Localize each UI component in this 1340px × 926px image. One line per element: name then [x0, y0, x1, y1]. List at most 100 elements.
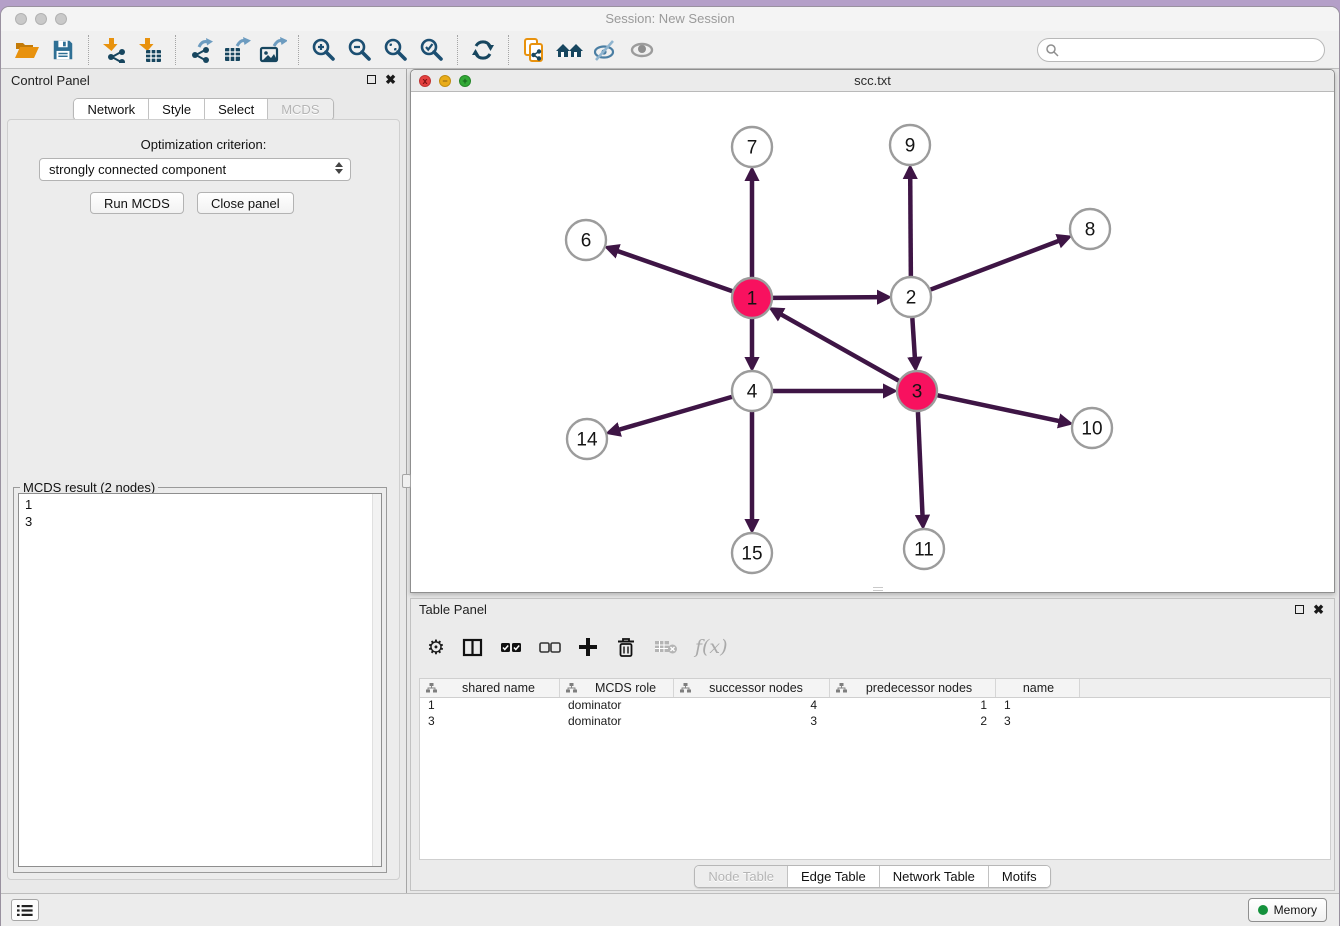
- node-label-7: 7: [747, 138, 758, 159]
- float-table-panel-icon[interactable]: [1295, 605, 1304, 614]
- cell-successor-nodes: 4: [674, 698, 830, 714]
- network-window-title: scc.txt: [411, 73, 1334, 88]
- hierarchy-icon: [566, 683, 577, 693]
- tab-edge-table[interactable]: Edge Table: [788, 866, 880, 887]
- node-table[interactable]: shared name MCDS role successor nodes pr…: [419, 678, 1331, 860]
- cell-shared-name: 1: [420, 698, 560, 714]
- column-header-successor-nodes[interactable]: successor nodes: [674, 679, 830, 697]
- mcds-result-list[interactable]: 1 3: [18, 493, 382, 867]
- node-label-14: 14: [576, 430, 598, 451]
- table-panel-title: Table Panel: [419, 602, 487, 617]
- edge-2-9[interactable]: [910, 170, 911, 276]
- select-stepper-icon: [335, 162, 343, 174]
- memory-label: Memory: [1274, 903, 1317, 917]
- edge-1-6[interactable]: [610, 248, 733, 291]
- cell-successor-nodes: 3: [674, 714, 830, 730]
- mcds-result-item: 3: [25, 513, 375, 530]
- close-panel-icon[interactable]: ✖: [385, 74, 396, 85]
- node-label-11: 11: [914, 540, 934, 561]
- duplicate-network-icon[interactable]: [519, 35, 549, 65]
- table-row[interactable]: 3 dominator 3 2 3: [420, 714, 1330, 730]
- search-input[interactable]: [1059, 40, 1324, 60]
- toolbar-separator: [175, 35, 176, 65]
- edge-2-3[interactable]: [912, 318, 915, 366]
- zoom-selected-icon[interactable]: [417, 35, 447, 65]
- refresh-icon[interactable]: [468, 35, 498, 65]
- export-image-icon[interactable]: [258, 35, 288, 65]
- network-window-titlebar[interactable]: x − + scc.txt: [411, 70, 1334, 92]
- edge-3-1[interactable]: [774, 310, 899, 380]
- panel-splitter-handle[interactable]: [402, 474, 411, 488]
- edge-3-11[interactable]: [918, 412, 923, 524]
- toolbar-separator: [457, 35, 458, 65]
- tab-mcds[interactable]: MCDS: [268, 99, 332, 120]
- zoom-out-icon[interactable]: [345, 35, 375, 65]
- edge-3-10[interactable]: [938, 395, 1068, 422]
- node-label-9: 9: [905, 136, 916, 157]
- toolbar-separator: [88, 35, 89, 65]
- function-builder-icon: f(x): [695, 636, 728, 658]
- task-history-button[interactable]: [11, 899, 39, 921]
- column-header-predecessor-nodes[interactable]: predecessor nodes: [830, 679, 996, 697]
- network-canvas[interactable]: 1234678910111415: [411, 92, 1334, 592]
- export-table-icon[interactable]: [222, 35, 252, 65]
- optimization-criterion-select[interactable]: strongly connected component: [39, 158, 351, 181]
- delete-table-icon: [654, 638, 678, 656]
- edge-4-14[interactable]: [611, 397, 732, 432]
- cell-name: 3: [996, 714, 1080, 730]
- node-label-3: 3: [912, 382, 923, 403]
- tab-node-table[interactable]: Node Table: [695, 866, 788, 887]
- column-header-shared-name[interactable]: shared name: [420, 679, 560, 697]
- fit-content-icon[interactable]: [381, 35, 411, 65]
- tab-network[interactable]: Network: [74, 99, 149, 120]
- show-all-icon[interactable]: [627, 35, 657, 65]
- cell-predecessor-nodes: 1: [830, 698, 996, 714]
- canvas-resize-grip[interactable]: [873, 587, 883, 591]
- zoom-in-icon[interactable]: [309, 35, 339, 65]
- export-network-icon[interactable]: [186, 35, 216, 65]
- node-label-2: 2: [906, 288, 917, 309]
- delete-icon[interactable]: [615, 636, 637, 658]
- status-bar: Memory: [1, 893, 1339, 926]
- toolbar-separator: [298, 35, 299, 65]
- tab-style[interactable]: Style: [149, 99, 205, 120]
- deselect-all-checkboxes-icon[interactable]: [539, 637, 561, 657]
- node-label-4: 4: [747, 382, 758, 403]
- tab-motifs[interactable]: Motifs: [989, 866, 1050, 887]
- control-panel-tab-bar: Network Style Select MCDS: [73, 98, 333, 121]
- table-panel: Table Panel ✖ ⚙ f(x): [410, 598, 1335, 891]
- import-table-icon[interactable]: [135, 35, 165, 65]
- table-header-row: shared name MCDS role successor nodes pr…: [420, 679, 1330, 698]
- table-row[interactable]: 1 dominator 4 1 1: [420, 698, 1330, 714]
- close-panel-button[interactable]: Close panel: [197, 192, 294, 214]
- memory-button[interactable]: Memory: [1248, 898, 1327, 922]
- import-network-icon[interactable]: [99, 35, 129, 65]
- add-column-icon[interactable]: [578, 637, 598, 657]
- cell-mcds-role: dominator: [560, 714, 674, 730]
- node-label-8: 8: [1085, 220, 1096, 241]
- hide-selected-icon[interactable]: [591, 35, 621, 65]
- run-mcds-button[interactable]: Run MCDS: [90, 192, 184, 214]
- column-header-mcds-role[interactable]: MCDS role: [560, 679, 674, 697]
- tab-network-table[interactable]: Network Table: [880, 866, 989, 887]
- edge-2-8[interactable]: [931, 238, 1067, 290]
- cell-mcds-role: dominator: [560, 698, 674, 714]
- result-scrollbar-track[interactable]: [372, 494, 381, 866]
- first-neighbors-icon[interactable]: [555, 35, 585, 65]
- task-list-icon: [17, 904, 33, 917]
- main-toolbar: [1, 31, 1339, 69]
- edge-1-2[interactable]: [773, 297, 886, 298]
- optimization-criterion-value: strongly connected component: [49, 162, 226, 177]
- mcds-result-item: 1: [25, 496, 375, 513]
- columns-icon[interactable]: [462, 637, 483, 657]
- save-session-icon[interactable]: [48, 35, 78, 65]
- tab-select[interactable]: Select: [205, 99, 268, 120]
- hierarchy-icon: [426, 683, 437, 693]
- network-view-window: x − + scc.txt 1234678910111415: [410, 69, 1335, 593]
- close-table-panel-icon[interactable]: ✖: [1313, 604, 1324, 615]
- select-all-checkboxes-icon[interactable]: [500, 637, 522, 657]
- settings-gear-icon[interactable]: ⚙: [427, 635, 445, 660]
- column-header-name[interactable]: name: [996, 679, 1080, 697]
- open-file-icon[interactable]: [12, 35, 42, 65]
- float-panel-icon[interactable]: [367, 75, 376, 84]
